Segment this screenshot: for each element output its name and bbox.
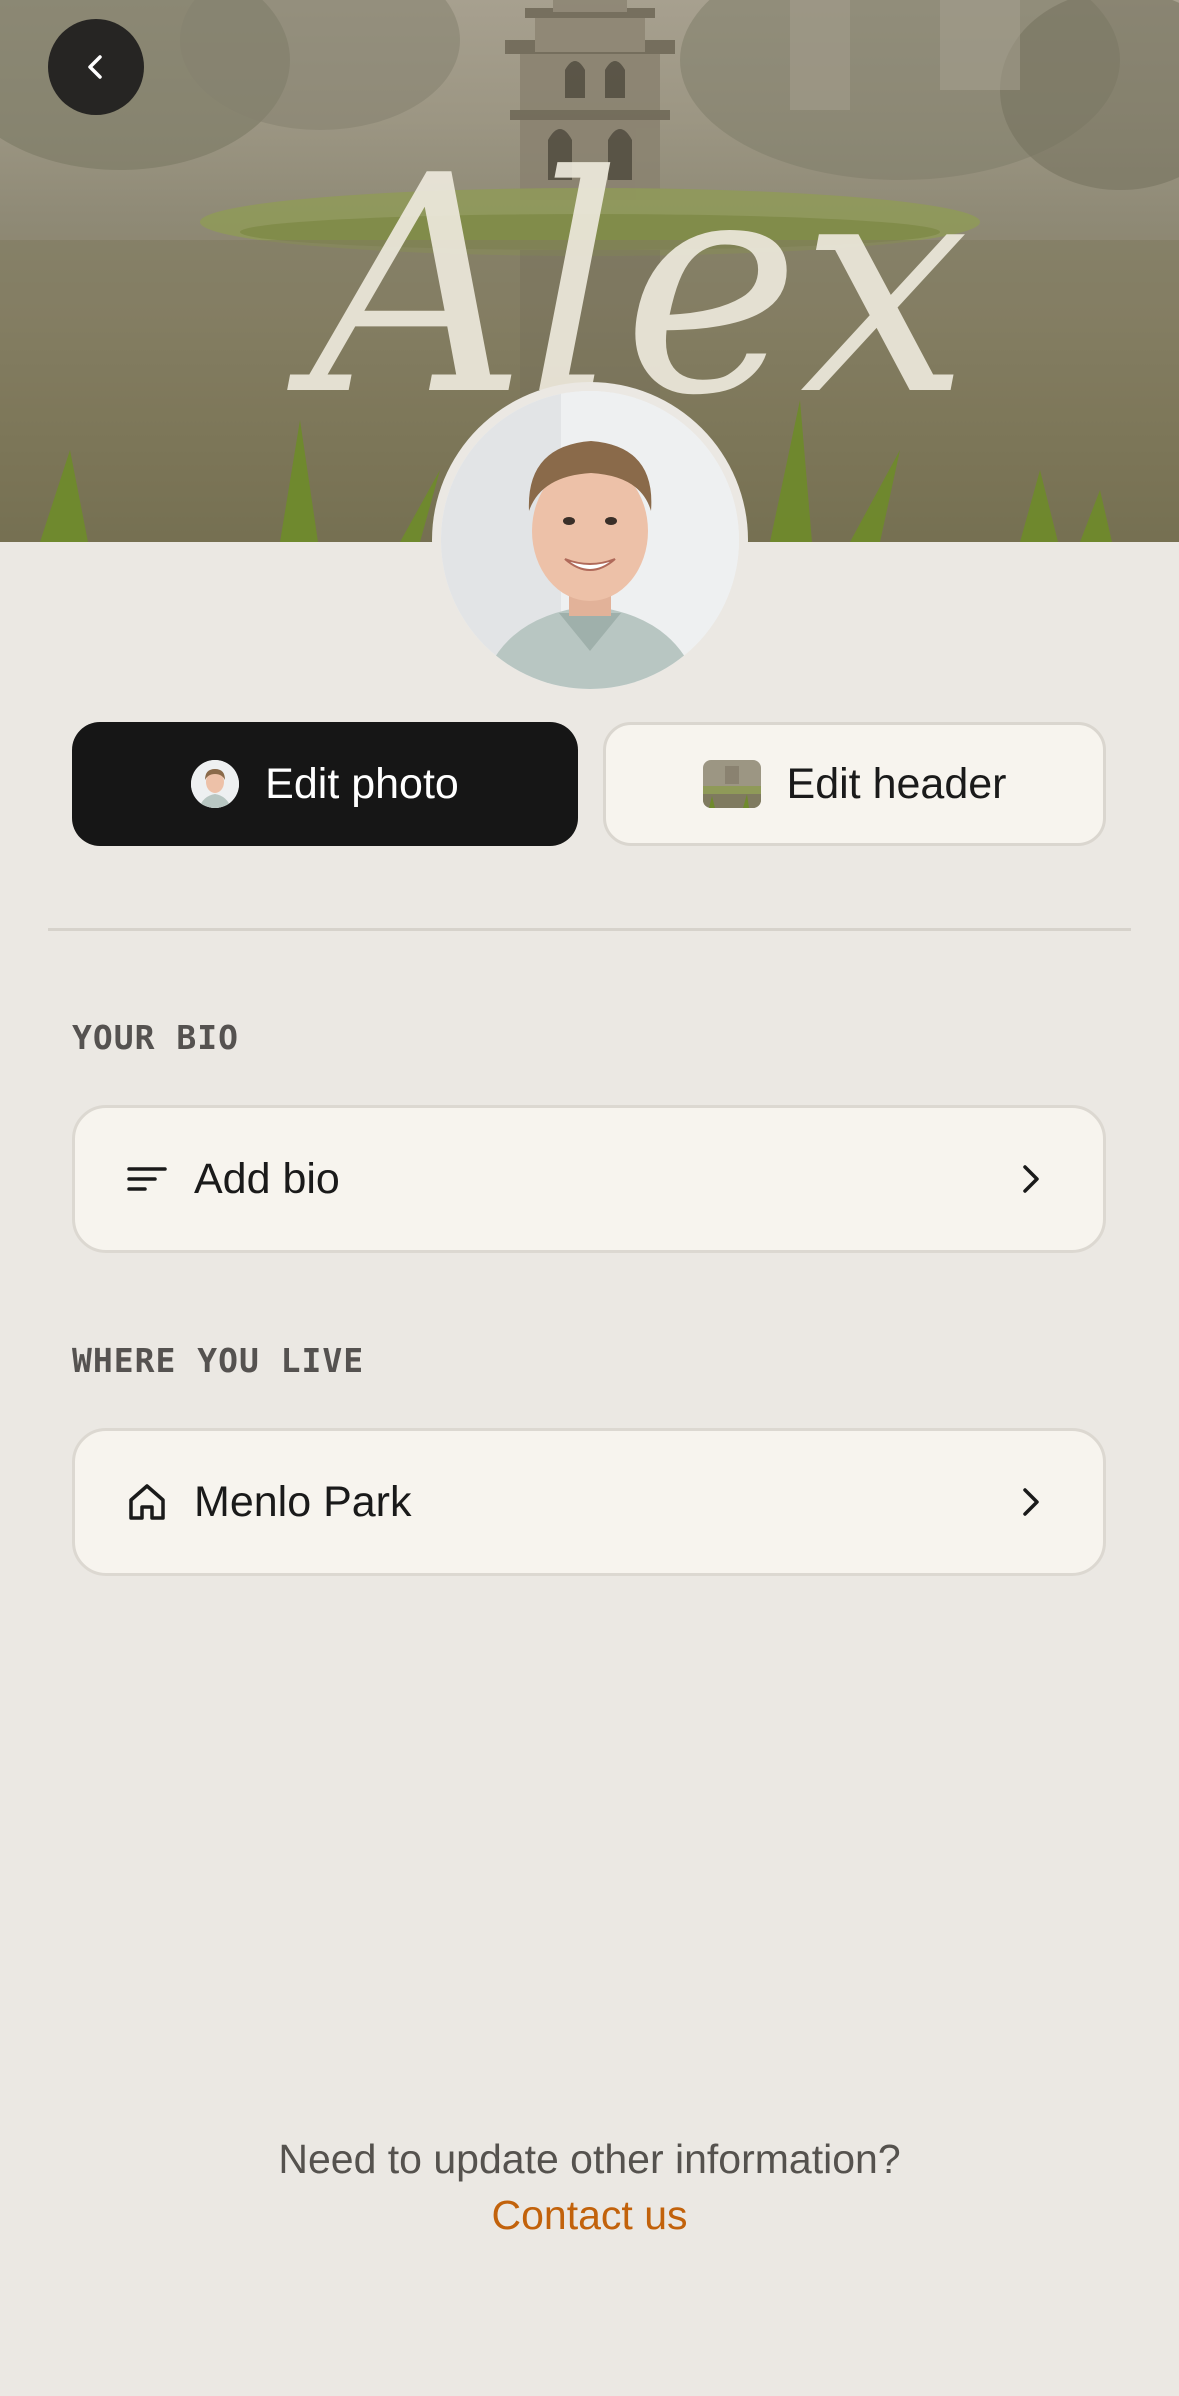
profile-avatar-frame	[432, 382, 748, 698]
header-thumbnail-icon	[702, 760, 761, 808]
bio-section-label: YOUR BIO	[72, 1018, 239, 1057]
location-row[interactable]: Menlo Park	[72, 1428, 1106, 1576]
text-lines-icon	[123, 1155, 171, 1203]
edit-photo-label: Edit photo	[265, 759, 459, 808]
location-section-label: WHERE YOU LIVE	[72, 1341, 365, 1380]
edit-header-label: Edit header	[786, 759, 1007, 808]
contact-us-link[interactable]: Contact us	[0, 2192, 1179, 2239]
chevron-left-icon	[88, 55, 102, 79]
location-label: Menlo Park	[194, 1477, 412, 1526]
add-bio-label: Add bio	[194, 1154, 340, 1203]
chevron-right-icon	[1013, 1161, 1049, 1197]
add-bio-row[interactable]: Add bio	[72, 1105, 1106, 1253]
avatar[interactable]	[441, 391, 739, 689]
divider	[48, 928, 1131, 931]
back-button[interactable]	[48, 19, 144, 115]
edit-header-button[interactable]: Edit header	[603, 722, 1106, 846]
edit-photo-button[interactable]: Edit photo	[72, 722, 578, 846]
home-icon	[123, 1478, 171, 1526]
edit-profile-screen: Alex Edit photo Edit header YOUR BIO Add…	[0, 0, 1179, 2396]
avatar-thumbnail-icon	[191, 760, 240, 808]
footer-prompt: Need to update other information?	[278, 2136, 901, 2182]
chevron-right-icon	[1013, 1484, 1049, 1520]
avatar-photo	[441, 391, 739, 689]
